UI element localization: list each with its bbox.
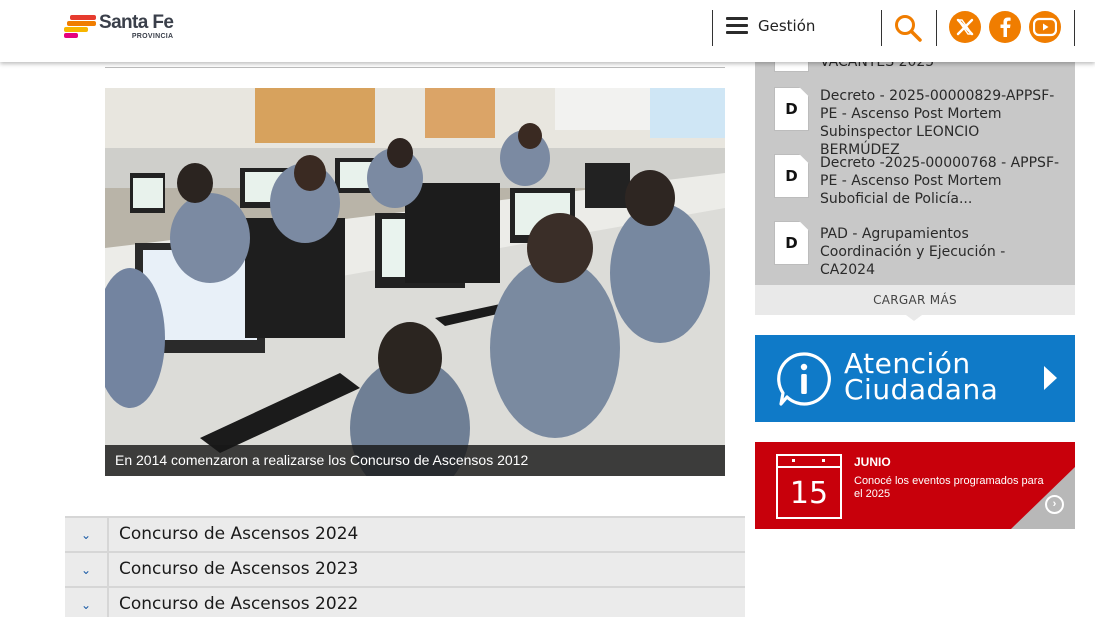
hamburger-icon [726,17,748,35]
chevron-down-icon: ⌄ [65,588,109,617]
accordion-label: Concurso de Ascensos 2024 [119,524,359,544]
header-divider [1074,10,1075,46]
accordion-item-2022[interactable]: ⌄ Concurso de Ascensos 2022 [65,586,745,617]
logo-subtitle: PROVINCIA [131,33,174,40]
atencion-ciudadana-banner[interactable]: Atención Ciudadana [755,335,1075,422]
document-item[interactable]: D PAD - Agrupamientos Coordinación y Eje… [774,221,1074,278]
calendar-day: 15 [789,476,829,511]
agenda-corner [1011,467,1075,529]
load-more-notch [906,315,922,321]
header-divider [881,10,882,46]
search-button[interactable] [893,13,923,43]
agenda-banner[interactable]: 15 JUNIO Conocé los eventos programados … [755,442,1075,529]
info-icon [777,352,831,406]
youtube-button[interactable] [1029,11,1061,43]
facebook-icon [1000,17,1011,37]
accordion-label: Concurso de Ascensos 2023 [119,559,359,579]
photo-caption: En 2014 comenzaron a realizarse los Conc… [105,445,725,476]
play-arrow-icon [1044,366,1057,390]
youtube-icon [1033,17,1057,37]
santa-fe-logo[interactable]: Santa Fe PROVINCIA [64,12,174,41]
x-twitter-button[interactable] [949,11,981,43]
document-icon: D [774,221,809,265]
document-item[interactable]: D Decreto - 2025-00000829-APPSF-PE - Asc… [774,87,1074,158]
logo-mark-icon [64,13,96,39]
logo-title: Santa Fe [99,12,174,33]
header-divider [936,10,937,46]
document-title: Decreto -2025-00000768 - APPSF- PE - Asc… [820,155,1060,207]
accordion-item-2023[interactable]: ⌄ Concurso de Ascensos 2023 [65,551,745,586]
menu-label: Gestión [758,17,816,35]
document-title: PAD - Agrupamientos Coordinación y Ejecu… [820,226,1006,278]
x-twitter-icon [956,18,974,36]
accordion-item-2024[interactable]: ⌄ Concurso de Ascensos 2024 [65,516,745,551]
agenda-month: JUNIO [854,455,891,469]
site-header: Santa Fe PROVINCIA Gestión [0,0,1095,62]
search-icon [895,15,922,42]
menu-button[interactable]: Gestión [726,17,815,35]
load-more-button[interactable]: CARGAR MÁS [755,285,1075,315]
classroom-photo-image [105,88,725,476]
arrow-circle-right-icon: › [1045,495,1064,514]
chevron-down-icon: ⌄ [65,518,109,551]
calendar-icon: 15 [776,454,842,519]
document-icon: D [774,87,809,131]
chevron-down-icon: ⌄ [65,553,109,586]
document-title: Decreto - 2025-00000829-APPSF-PE - Ascen… [820,88,1055,158]
document-item[interactable]: D Decreto -2025-00000768 - APPSF- PE - A… [774,154,1074,210]
document-icon: D [774,154,809,198]
classroom-photo: En 2014 comenzaron a realizarse los Conc… [105,88,725,476]
accordion-label: Concurso de Ascensos 2022 [119,594,359,614]
content-divider [105,67,725,68]
atencion-ciudadana-label: Atención Ciudadana [844,347,999,406]
facebook-button[interactable] [989,11,1021,43]
header-divider [712,10,713,46]
